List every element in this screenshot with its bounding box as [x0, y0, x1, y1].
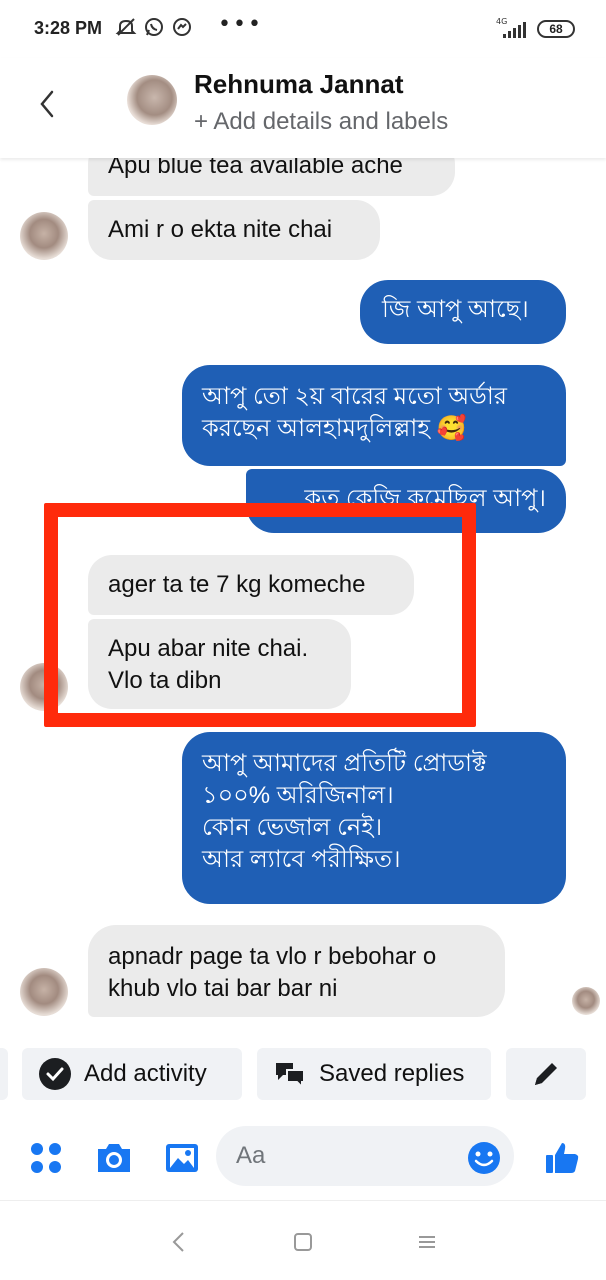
camera-icon[interactable]: [94, 1138, 134, 1178]
apps-grid-icon[interactable]: [26, 1138, 66, 1178]
message-text: জি আপু আছে।: [382, 296, 529, 323]
message-text-line: ১০০% অরিজিনাল।: [202, 782, 394, 809]
add-activity-label: Add activity: [84, 1060, 207, 1087]
message-text-line: আপু তো ২য় বারের মতো অর্ডার: [202, 383, 507, 410]
seen-receipt-avatar: [572, 987, 600, 1015]
conversation-header: Rehnuma Jannat + Add details and labels: [0, 58, 606, 158]
check-circle-icon: [38, 1057, 72, 1091]
system-nav-bar: [0, 1200, 606, 1280]
muted-bell-icon: [115, 16, 137, 38]
gallery-icon[interactable]: [162, 1138, 202, 1178]
highlight-annotation-box: [44, 503, 476, 727]
status-time: 3:28 PM: [34, 18, 103, 38]
message-bubble-incoming[interactable]: Apu blue tea available ache: [88, 158, 455, 196]
message-text-line: আপু আমাদের প্রতিটি প্রোডাক্ট: [202, 750, 487, 777]
message-text-line: করছেন আলহামদুলিল্লাহ 🥰: [202, 415, 467, 442]
sender-avatar[interactable]: [20, 212, 68, 260]
saved-replies-button[interactable]: Saved replies: [257, 1048, 491, 1100]
more-dots-icon: •••: [218, 12, 263, 37]
quick-actions-bar: Add activity Saved replies: [0, 1040, 606, 1108]
add-details-link[interactable]: + Add details and labels: [194, 108, 448, 136]
message-text-line: আর ল্যাবে পরীক্ষিত।: [202, 846, 401, 873]
message-text: Apu blue tea available ache: [108, 158, 403, 179]
whatsapp-icon: [143, 16, 165, 38]
nav-back-button[interactable]: [164, 1227, 194, 1257]
status-bar: 3:28 PM ••• 4G 68: [0, 0, 606, 58]
message-bubble-outgoing[interactable]: আপু তো ২য় বারের মতো অর্ডার করছেন আলহামদ…: [182, 365, 566, 466]
nav-recents-button[interactable]: [412, 1227, 442, 1257]
sender-avatar[interactable]: [20, 968, 68, 1016]
message-bubble-outgoing[interactable]: জি আপু আছে।: [360, 280, 566, 344]
nav-home-button[interactable]: [288, 1227, 318, 1257]
message-text-line: khub vlo tai bar bar ni: [108, 975, 338, 1002]
chip-partial-left[interactable]: [0, 1048, 8, 1100]
message-bubble-incoming[interactable]: apnadr page ta vlo r bebohar o khub vlo …: [88, 925, 505, 1017]
message-text: Ami r o ekta nite chai: [108, 216, 333, 243]
contact-name[interactable]: Rehnuma Jannat: [194, 69, 404, 100]
messenger-icon: [171, 16, 193, 38]
status-notification-icons: [115, 16, 193, 38]
contact-avatar[interactable]: [127, 75, 177, 125]
message-bubble-incoming[interactable]: Ami r o ekta nite chai: [88, 200, 380, 260]
like-thumb-icon[interactable]: [542, 1138, 582, 1178]
pencil-icon: [535, 1063, 557, 1085]
edit-button[interactable]: [506, 1048, 586, 1100]
chat-bubbles-icon: [273, 1057, 307, 1091]
emoji-icon[interactable]: [464, 1138, 504, 1178]
message-text-line: কোন ভেজাল নেই।: [202, 814, 383, 841]
message-composer: [0, 1120, 606, 1200]
signal-icon: [503, 22, 526, 38]
add-activity-button[interactable]: Add activity: [22, 1048, 242, 1100]
message-bubble-outgoing[interactable]: আপু আমাদের প্রতিটি প্রোডাক্ট ১০০% অরিজিন…: [182, 732, 566, 904]
message-text-line: apnadr page ta vlo r bebohar o: [108, 943, 437, 970]
battery-icon: 68: [537, 20, 575, 38]
back-button[interactable]: [30, 86, 66, 122]
back-arrow-icon: [40, 90, 54, 118]
saved-replies-label: Saved replies: [319, 1060, 465, 1087]
